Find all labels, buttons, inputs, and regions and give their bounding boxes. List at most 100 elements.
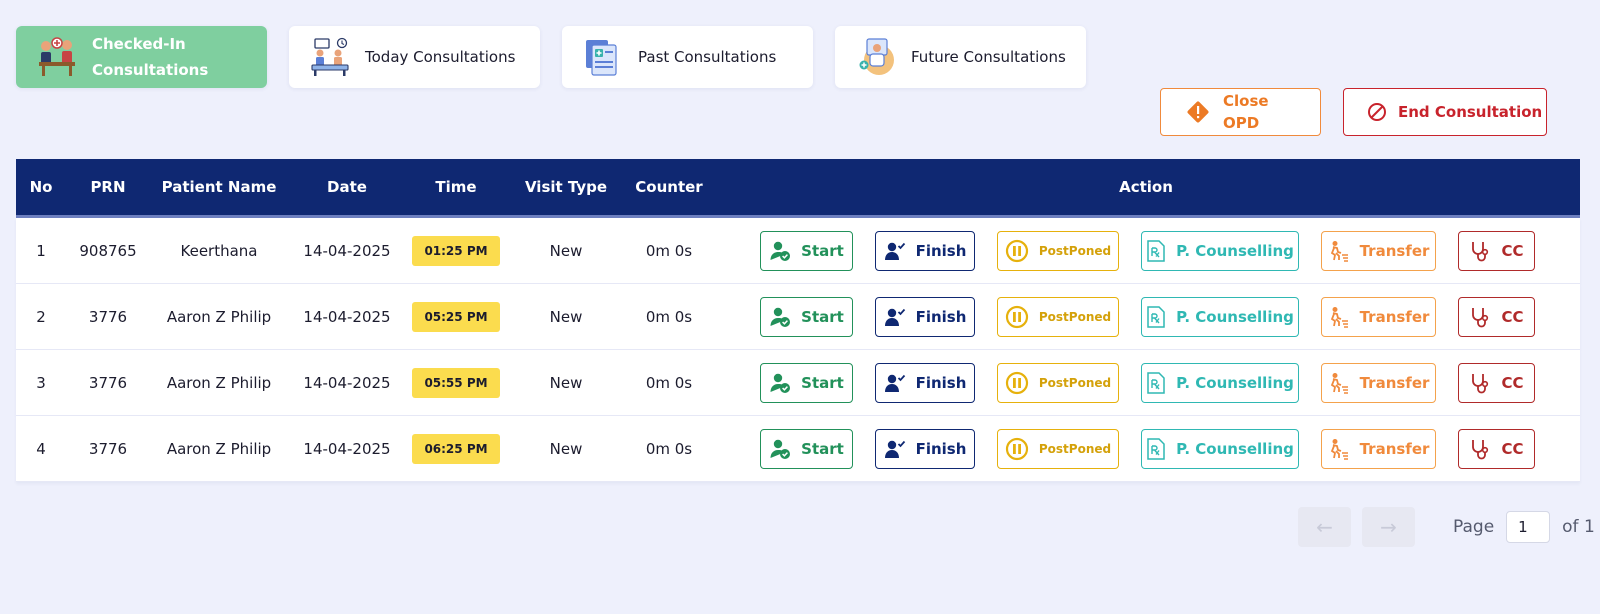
cc-button[interactable]: CC xyxy=(1458,230,1535,271)
p-counselling-label: P. Counselling xyxy=(1176,439,1294,458)
user-done-icon xyxy=(884,308,905,326)
transfer-label: Transfer xyxy=(1359,307,1430,326)
cell-prn: 3776 xyxy=(88,439,128,458)
transfer-label: Transfer xyxy=(1359,439,1430,458)
page-total-label: of 1 xyxy=(1562,517,1595,537)
table-row: 1 908765 Keerthana 14-04-2025 01:25 PM N… xyxy=(16,218,1580,284)
user-check-icon xyxy=(770,373,791,393)
cc-label: CC xyxy=(1501,439,1524,458)
tab-today-consultations[interactable]: Today Consultations xyxy=(289,26,540,88)
finish-button[interactable]: Finish xyxy=(875,230,975,271)
cell-date: 14-04-2025 xyxy=(303,439,391,458)
user-done-icon xyxy=(884,242,905,260)
cell-date: 14-04-2025 xyxy=(303,307,391,326)
cell-date: 14-04-2025 xyxy=(303,373,391,392)
cell-no: 3 xyxy=(36,373,46,392)
transfer-button[interactable]: Transfer xyxy=(1321,230,1436,271)
cell-prn: 3776 xyxy=(88,307,128,326)
column-header-patient-name: Patient Name xyxy=(161,178,277,196)
medical-records-icon xyxy=(586,40,617,76)
finish-button[interactable]: Finish xyxy=(875,296,975,337)
user-check-icon xyxy=(770,439,791,459)
pagination: ← → Page of 1 xyxy=(1298,507,1595,547)
cell-visit-type: New xyxy=(549,307,583,326)
column-header-visit-type: Visit Type xyxy=(524,178,608,196)
cc-label: CC xyxy=(1501,373,1524,392)
p-counselling-button[interactable]: P. Counselling xyxy=(1141,296,1299,337)
postponed-label: PostPoned xyxy=(1038,309,1112,324)
cell-no: 2 xyxy=(36,307,46,326)
postponed-button[interactable]: PostPoned xyxy=(997,230,1119,271)
user-check-icon xyxy=(770,241,791,261)
postponed-button[interactable]: PostPoned xyxy=(997,362,1119,403)
pause-icon xyxy=(1005,239,1028,262)
finish-label: Finish xyxy=(915,241,967,260)
p-counselling-button[interactable]: P. Counselling xyxy=(1141,230,1299,271)
transfer-button[interactable]: Transfer xyxy=(1321,296,1436,337)
time-badge: 06:25 PM xyxy=(412,433,500,464)
start-label: Start xyxy=(801,439,844,458)
column-header-counter: Counter xyxy=(635,178,703,196)
page-label: Page xyxy=(1453,517,1495,537)
cell-counter: 0m 0s xyxy=(645,439,693,458)
close-opd-button[interactable]: Close OPD xyxy=(1160,88,1321,136)
cell-patient-name: Aaron Z Philip xyxy=(166,439,272,458)
p-counselling-label: P. Counselling xyxy=(1176,241,1294,260)
stethoscope-icon xyxy=(1472,373,1489,393)
cell-no: 4 xyxy=(36,439,46,458)
cell-patient-name: Keerthana xyxy=(180,241,258,260)
cc-button[interactable]: CC xyxy=(1458,296,1535,337)
start-button[interactable]: Start xyxy=(760,296,853,337)
postponed-button[interactable]: PostPoned xyxy=(997,428,1119,469)
finish-label: Finish xyxy=(915,439,967,458)
p-counselling-label: P. Counselling xyxy=(1176,373,1294,392)
pause-icon xyxy=(1005,437,1028,460)
page-number-input[interactable] xyxy=(1506,511,1551,543)
tab-label: Future Consultations xyxy=(911,48,1066,66)
transfer-label: Transfer xyxy=(1359,373,1430,392)
finish-button[interactable]: Finish xyxy=(875,362,975,403)
p-counselling-button[interactable]: P. Counselling xyxy=(1141,428,1299,469)
cc-label: CC xyxy=(1501,307,1524,326)
start-label: Start xyxy=(801,241,844,260)
doctor-icon xyxy=(859,38,894,75)
cell-counter: 0m 0s xyxy=(645,241,693,260)
finish-label: Finish xyxy=(915,373,967,392)
time-badge: 05:25 PM xyxy=(412,301,500,332)
table-row: 2 3776 Aaron Z Philip 14-04-2025 05:25 P… xyxy=(16,284,1580,350)
tab-future-consultations[interactable]: Future Consultations xyxy=(835,26,1086,88)
prescription-icon xyxy=(1147,305,1165,328)
tab-checked-in-consultations[interactable]: Checked-In Consultations xyxy=(16,26,267,88)
warning-diamond-icon xyxy=(1187,101,1209,123)
end-consultation-label: End Consultation xyxy=(1398,103,1543,121)
previous-page-button[interactable]: ← xyxy=(1298,507,1351,547)
start-button[interactable]: Start xyxy=(760,362,853,403)
start-button[interactable]: Start xyxy=(760,230,853,271)
consultation-tabs: Checked-In Consultations Today Consultat… xyxy=(16,26,1086,88)
cell-counter: 0m 0s xyxy=(645,307,693,326)
column-header-date: Date xyxy=(327,178,367,196)
start-button[interactable]: Start xyxy=(760,428,853,469)
start-label: Start xyxy=(801,373,844,392)
cell-visit-type: New xyxy=(549,373,583,392)
p-counselling-button[interactable]: P. Counselling xyxy=(1141,362,1299,403)
postponed-label: PostPoned xyxy=(1038,375,1112,390)
walking-transfer-icon xyxy=(1330,306,1348,328)
transfer-button[interactable]: Transfer xyxy=(1321,428,1436,469)
postponed-button[interactable]: PostPoned xyxy=(997,296,1119,337)
cc-button[interactable]: CC xyxy=(1458,362,1535,403)
cc-button[interactable]: CC xyxy=(1458,428,1535,469)
transfer-button[interactable]: Transfer xyxy=(1321,362,1436,403)
cell-no: 1 xyxy=(36,241,46,260)
user-done-icon xyxy=(884,374,905,392)
next-page-button[interactable]: → xyxy=(1362,507,1415,547)
user-check-icon xyxy=(770,307,791,327)
finish-label: Finish xyxy=(915,307,967,326)
walking-transfer-icon xyxy=(1330,240,1348,262)
walking-transfer-icon xyxy=(1330,438,1348,460)
finish-button[interactable]: Finish xyxy=(875,428,975,469)
walking-transfer-icon xyxy=(1330,372,1348,394)
end-consultation-button[interactable]: End Consultation xyxy=(1343,88,1547,136)
cell-time: 01:25 PM xyxy=(406,235,506,266)
tab-past-consultations[interactable]: Past Consultations xyxy=(562,26,813,88)
